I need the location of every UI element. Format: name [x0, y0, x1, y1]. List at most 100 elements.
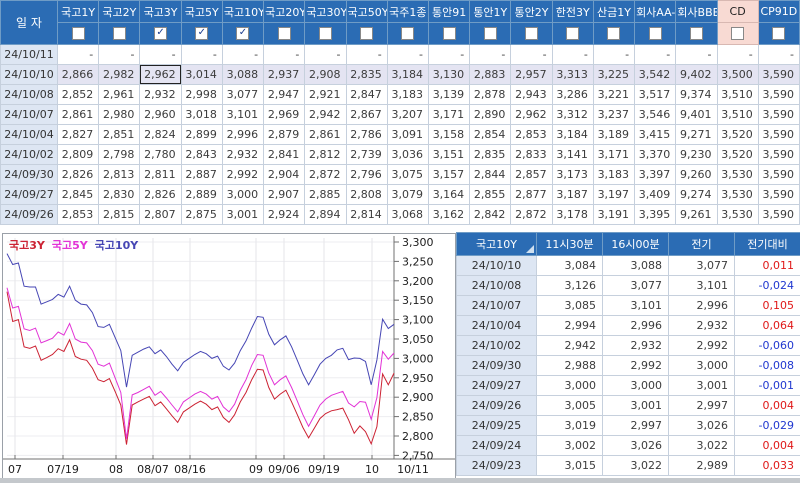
yield-cell[interactable]: 2,815: [99, 205, 140, 225]
quote-cell[interactable]: 3,001: [603, 396, 669, 416]
yield-cell[interactable]: 2,842: [470, 205, 511, 225]
yield-cell[interactable]: 2,998: [181, 85, 222, 105]
yield-cell[interactable]: 2,992: [222, 165, 263, 185]
yield-cell[interactable]: 2,943: [511, 85, 552, 105]
quote-row-date[interactable]: 24/09/27: [457, 376, 537, 396]
yield-cell[interactable]: 2,960: [140, 105, 181, 125]
quote-row-date[interactable]: 24/09/30: [457, 356, 537, 376]
yield-cell[interactable]: 2,907: [264, 185, 305, 205]
yield-cell[interactable]: 3,173: [552, 165, 593, 185]
column-checkbox[interactable]: [401, 27, 414, 40]
yield-cell[interactable]: 2,969: [264, 105, 305, 125]
yield-cell[interactable]: 3,141: [552, 145, 593, 165]
yield-cell[interactable]: 2,830: [99, 185, 140, 205]
row-date[interactable]: 24/10/04: [1, 125, 58, 145]
quote-cell[interactable]: 2,997: [669, 396, 735, 416]
yield-cell[interactable]: 3,191: [593, 205, 634, 225]
yield-cell[interactable]: 3,189: [593, 125, 634, 145]
quote-cell[interactable]: 3,088: [603, 256, 669, 276]
yield-cell[interactable]: 2,957: [511, 65, 552, 85]
yield-cell[interactable]: 3,517: [635, 85, 676, 105]
column-checkbox[interactable]: [443, 27, 456, 40]
yield-cell[interactable]: 2,866: [58, 65, 99, 85]
yield-cell[interactable]: 2,847: [346, 85, 387, 105]
yield-cell[interactable]: 3,397: [635, 165, 676, 185]
yield-cell[interactable]: -: [305, 45, 346, 65]
yield-cell[interactable]: 9,402: [676, 65, 717, 85]
quote-cell[interactable]: 2,988: [537, 356, 603, 376]
row-date[interactable]: 24/10/10: [1, 65, 58, 85]
quote-diff-cell[interactable]: 0,004: [735, 436, 800, 456]
quote-cell[interactable]: 2,996: [669, 296, 735, 316]
yield-cell[interactable]: 2,853: [58, 205, 99, 225]
yield-cell[interactable]: 3,088: [222, 65, 263, 85]
yield-cell[interactable]: 2,833: [511, 145, 552, 165]
yield-cell[interactable]: 2,879: [264, 125, 305, 145]
quote-diff-cell[interactable]: 0,064: [735, 316, 800, 336]
yield-cell[interactable]: 3,130: [428, 65, 469, 85]
column-header-통안1Y[interactable]: 통안1Y: [470, 1, 511, 23]
quote-diff-cell[interactable]: 0,004: [735, 396, 800, 416]
yield-cell[interactable]: 2,798: [99, 145, 140, 165]
yield-cell[interactable]: 3,510: [717, 85, 758, 105]
quote-cell[interactable]: 3,001: [669, 376, 735, 396]
yield-cell[interactable]: 3,221: [593, 85, 634, 105]
yield-cell[interactable]: 3,101: [222, 105, 263, 125]
yield-cell[interactable]: -: [428, 45, 469, 65]
column-checkbox[interactable]: [731, 27, 744, 40]
yield-cell[interactable]: 3,520: [717, 145, 758, 165]
column-header-CP91D[interactable]: CP91D: [758, 1, 799, 23]
quote-cell[interactable]: 2,996: [603, 316, 669, 336]
yield-cell[interactable]: 3,158: [428, 125, 469, 145]
column-header-국주1종[interactable]: 국주1종: [387, 1, 428, 23]
yield-cell[interactable]: 2,921: [305, 85, 346, 105]
column-header-회사AA-[interactable]: 회사AA-: [635, 1, 676, 23]
yield-cell[interactable]: 3,079: [387, 185, 428, 205]
quote-cell[interactable]: 3,126: [537, 276, 603, 296]
yield-cell[interactable]: 3,409: [635, 185, 676, 205]
quote-row-date[interactable]: 24/10/07: [457, 296, 537, 316]
yield-cell[interactable]: 2,841: [264, 145, 305, 165]
column-checkbox[interactable]: [113, 27, 126, 40]
quote-header-0[interactable]: 국고10Y: [457, 233, 537, 256]
yield-cell[interactable]: 3,187: [552, 185, 593, 205]
column-checkbox[interactable]: [607, 27, 620, 40]
yield-cell[interactable]: 2,894: [305, 205, 346, 225]
yield-cell[interactable]: 2,890: [470, 105, 511, 125]
yield-cell[interactable]: 2,811: [140, 165, 181, 185]
row-date[interactable]: 24/09/27: [1, 185, 58, 205]
yield-cell[interactable]: 2,982: [99, 65, 140, 85]
yield-cell[interactable]: 2,877: [511, 185, 552, 205]
column-checkbox[interactable]: [690, 27, 703, 40]
yield-cell[interactable]: 2,843: [181, 145, 222, 165]
quote-diff-cell[interactable]: -0,001: [735, 376, 800, 396]
yield-cell[interactable]: 3,530: [717, 185, 758, 205]
yield-cell[interactable]: -: [676, 45, 717, 65]
yield-cell[interactable]: 2,808: [346, 185, 387, 205]
yield-cell[interactable]: 2,852: [58, 85, 99, 105]
quote-diff-cell[interactable]: 0,011: [735, 256, 800, 276]
quote-diff-cell[interactable]: 0,105: [735, 296, 800, 316]
yield-cell[interactable]: 3,590: [758, 185, 799, 205]
yield-cell[interactable]: 3,075: [387, 165, 428, 185]
yield-cell[interactable]: -: [99, 45, 140, 65]
column-header-통안2Y[interactable]: 통안2Y: [511, 1, 552, 23]
yield-cell[interactable]: 3,313: [552, 65, 593, 85]
quote-diff-cell[interactable]: -0,024: [735, 276, 800, 296]
column-checkbox[interactable]: [195, 27, 208, 40]
yield-cell[interactable]: 2,835: [470, 145, 511, 165]
yield-cell[interactable]: 9,274: [676, 185, 717, 205]
column-checkbox[interactable]: [649, 27, 662, 40]
yield-cell[interactable]: 2,851: [99, 125, 140, 145]
yield-cell[interactable]: -: [181, 45, 222, 65]
yield-cell[interactable]: 3,590: [758, 125, 799, 145]
column-header-회사BBB-[interactable]: 회사BBB-: [676, 1, 717, 23]
quote-cell[interactable]: 3,022: [669, 436, 735, 456]
yield-cell[interactable]: 3,157: [428, 165, 469, 185]
quote-cell[interactable]: 3,005: [537, 396, 603, 416]
yield-cell[interactable]: -: [470, 45, 511, 65]
yield-cell[interactable]: 9,401: [676, 105, 717, 125]
yield-cell[interactable]: 3,139: [428, 85, 469, 105]
quote-diff-cell[interactable]: -0,029: [735, 416, 800, 436]
yield-cell[interactable]: 3,395: [635, 205, 676, 225]
